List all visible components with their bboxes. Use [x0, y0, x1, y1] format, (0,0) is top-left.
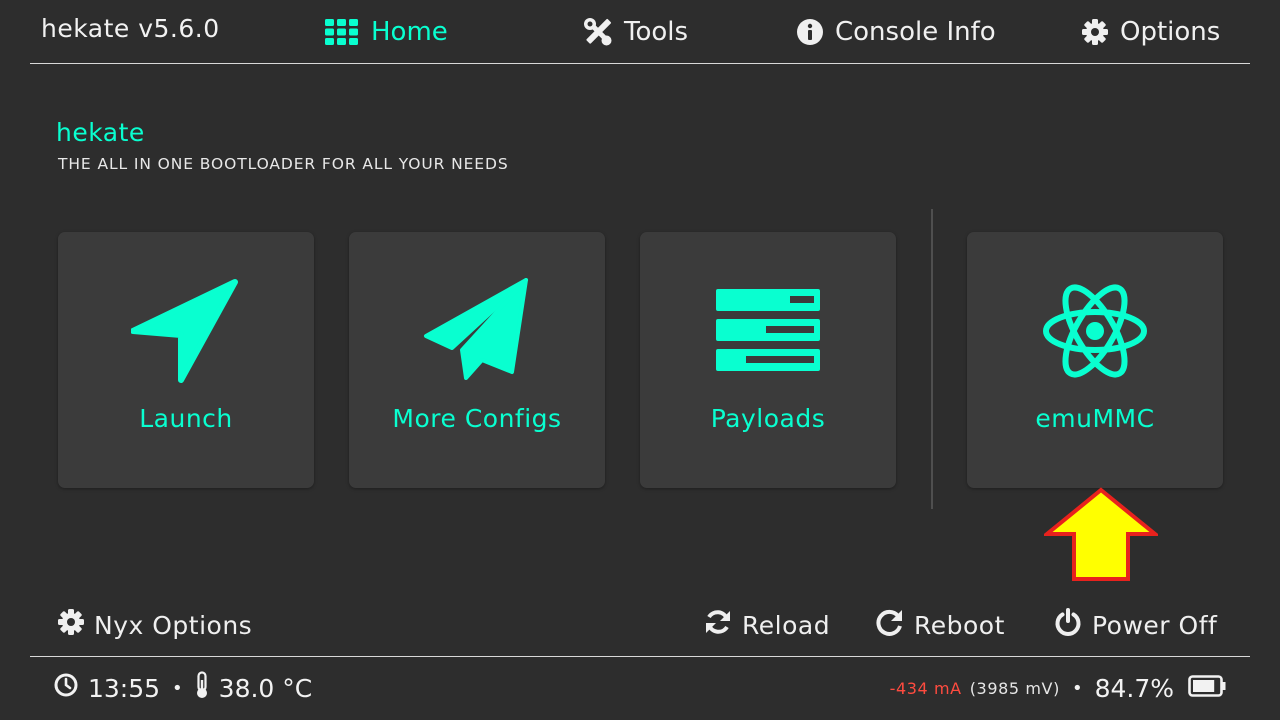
paper-plane-icon [349, 276, 605, 386]
battery-percentage: 84.7% [1094, 673, 1174, 703]
clock-time: 13:55 [88, 673, 161, 703]
status-right: -434 mA (3985 mV) • 84.7% [890, 668, 1226, 708]
battery-voltage: (3985 mV) [969, 678, 1060, 698]
thermometer-icon [195, 671, 209, 705]
battery-icon [1188, 674, 1226, 703]
separator-dot: • [172, 677, 183, 699]
more-configs-label: More Configs [392, 404, 562, 433]
power-off-button[interactable]: Power Off [1054, 606, 1217, 644]
gear-icon [58, 609, 84, 641]
clock-icon [54, 673, 78, 703]
tab-home-label: Home [371, 17, 448, 47]
grid-icon [325, 19, 359, 45]
refresh-icon [704, 608, 732, 642]
reload-label: Reload [742, 610, 831, 640]
app-title: hekate v5.6.0 [41, 14, 220, 43]
tile-separator [931, 209, 933, 509]
emummc-button[interactable]: emuMMC [967, 232, 1223, 488]
gear-icon [1082, 19, 1108, 45]
tab-options[interactable]: Options [1082, 14, 1220, 50]
status-left: 13:55 • 38.0 °C [54, 668, 312, 708]
nyx-options-label: Nyx Options [94, 610, 253, 640]
power-off-label: Power Off [1092, 610, 1218, 640]
launch-label: Launch [139, 404, 233, 433]
reboot-label: Reboot [914, 610, 1005, 640]
nyx-options-button[interactable]: Nyx Options [58, 606, 252, 644]
separator-dot: • [1071, 677, 1083, 699]
payloads-label: Payloads [710, 404, 826, 433]
reboot-button[interactable]: Reboot [876, 606, 1005, 644]
battery-current: -434 mA [889, 678, 962, 698]
tab-console-info[interactable]: Console Info [797, 14, 996, 50]
reload-button[interactable]: Reload [704, 606, 830, 644]
emummc-label: emuMMC [1035, 404, 1155, 433]
tools-icon [584, 18, 612, 46]
navigation-arrow-icon [58, 276, 314, 386]
redo-icon [876, 608, 904, 642]
hero-title: hekate [56, 118, 145, 147]
more-configs-button[interactable]: More Configs [349, 232, 605, 488]
tab-tools[interactable]: Tools [584, 14, 688, 50]
tab-console-info-label: Console Info [835, 17, 996, 47]
annotation-arrow-up-icon [1041, 487, 1161, 586]
info-icon [797, 19, 823, 45]
tab-tools-label: Tools [624, 17, 689, 47]
tab-home[interactable]: Home [325, 14, 448, 50]
header-divider [30, 63, 1250, 64]
server-stack-icon [640, 276, 896, 386]
hero-subtitle: THE ALL IN ONE BOOTLOADER FOR ALL YOUR N… [58, 155, 509, 173]
atom-icon [967, 276, 1223, 386]
payloads-button[interactable]: Payloads [640, 232, 896, 488]
power-icon [1054, 608, 1082, 642]
footer-divider [30, 656, 1250, 657]
tab-options-label: Options [1120, 17, 1221, 47]
launch-button[interactable]: Launch [58, 232, 314, 488]
temperature-value: 38.0 °C [218, 673, 313, 703]
